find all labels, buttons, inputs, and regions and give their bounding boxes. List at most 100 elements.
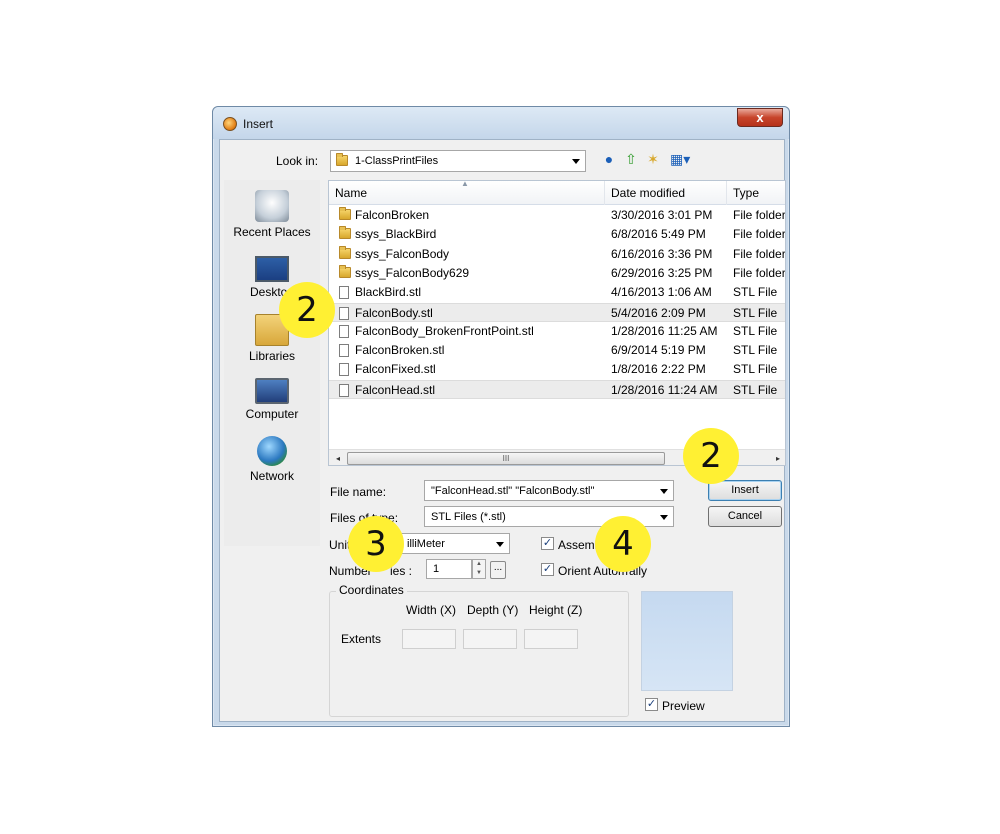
file-name: FalconFixed.stl <box>355 362 436 377</box>
file-type: STL File <box>733 285 778 300</box>
scroll-right-icon[interactable]: ▸ <box>771 452 785 465</box>
chevron-down-icon <box>660 489 668 494</box>
column-header-date[interactable]: Date modified <box>605 181 727 205</box>
file-icon <box>339 344 349 358</box>
scroll-left-icon[interactable]: ◂ <box>331 452 345 465</box>
file-date: 6/8/2016 5:49 PM <box>611 227 706 242</box>
file-type: File folder <box>733 265 786 280</box>
file-date: 1/8/2016 2:22 PM <box>611 362 706 377</box>
file-date: 1/28/2016 11:24 AM <box>611 382 718 397</box>
file-name: FalconBody.stl <box>355 305 433 320</box>
depth-label: Depth (Y) <box>467 603 519 617</box>
list-header: Name ▲ Date modified Type <box>329 180 785 205</box>
back-icon[interactable]: ● <box>600 150 618 168</box>
assembly-checkbox[interactable]: ✓ <box>541 537 554 550</box>
table-row[interactable]: FalconBroken.stl 6/9/2014 5:19 PM STL File <box>329 341 785 360</box>
folder-icon <box>339 245 351 259</box>
table-row[interactable]: ssys_FalconBody629 6/29/2016 3:25 PM File … <box>329 264 786 283</box>
folder-icon <box>339 207 351 220</box>
file-name: ssys_FalconBody629 <box>355 265 470 280</box>
depth-field <box>463 629 517 649</box>
orient-checkbox[interactable]: ✓ <box>541 563 554 576</box>
annotation-badge-2: 2 <box>683 428 739 484</box>
spin-down-icon[interactable]: ▼ <box>473 569 485 578</box>
file-name: FalconBroken <box>355 208 430 222</box>
window-title: Insert <box>243 117 274 131</box>
place-computer[interactable]: Computer <box>224 374 320 421</box>
preview-checkbox[interactable]: ✓ <box>645 698 658 711</box>
sort-ascending-icon: ▲ <box>461 180 469 188</box>
file-date: 3/30/2016 3:01 PM <box>611 208 713 222</box>
file-name: ssys_BlackBird <box>355 227 437 242</box>
table-row[interactable]: FalconFixed.stl 1/8/2016 2:22 PM STL File <box>329 360 785 379</box>
number-input[interactable]: 1 <box>426 559 472 579</box>
folder-icon <box>339 264 351 278</box>
view-menu-icon[interactable]: ▦▾ <box>670 150 690 168</box>
annotation-badge-4: 4 <box>595 516 651 572</box>
places-bar: Recent Places Desktop Libraries Computer… <box>224 180 320 546</box>
filetype-value: STL Files (*.stl) <box>431 511 506 523</box>
preview-pane <box>641 591 733 691</box>
chevron-down-icon <box>572 159 580 164</box>
browse-button[interactable]: ... <box>490 561 506 579</box>
file-icon <box>339 324 349 338</box>
height-label: Height (Z) <box>529 603 583 617</box>
spin-up-icon[interactable]: ▲ <box>473 560 485 569</box>
recent-places-icon <box>255 190 289 222</box>
file-type: File folder <box>733 227 786 242</box>
computer-icon <box>255 378 289 404</box>
height-field <box>524 629 578 649</box>
insert-button[interactable]: Insert <box>708 480 782 501</box>
file-icon <box>339 383 349 397</box>
up-folder-icon[interactable]: ⇧ <box>622 150 640 168</box>
cancel-button[interactable]: Cancel <box>708 506 782 527</box>
new-folder-icon[interactable]: ✶ <box>644 150 662 168</box>
column-header-type[interactable]: Type <box>727 181 785 205</box>
units-combo[interactable]: illiMeter <box>400 533 510 554</box>
title-bar[interactable]: Insert x <box>213 107 789 139</box>
place-label: Network <box>249 469 294 483</box>
file-name: ssys_FalconBody <box>355 246 450 261</box>
extents-label: Extents <box>341 632 382 646</box>
units-value: illiMeter <box>407 538 445 550</box>
file-type: STL File <box>733 343 778 358</box>
file-date: 6/29/2016 3:25 PM <box>611 265 713 280</box>
lookin-label: Look in: <box>276 154 319 168</box>
lookin-dropdown[interactable]: 1-ClassPrintFiles <box>330 150 586 172</box>
width-field <box>402 629 456 649</box>
scrollbar-thumb[interactable]: III <box>347 452 665 465</box>
annotation-badge-2: 2 <box>279 282 335 338</box>
file-name: FalconHead.stl <box>355 382 436 397</box>
table-row[interactable]: BlackBird.stl 4/16/2013 1:06 AM STL File <box>329 283 785 302</box>
table-row[interactable]: FalconHead.stl 1/28/2016 11:24 AM STL File <box>329 379 785 399</box>
coordinates-title: Coordinates <box>336 583 407 597</box>
preview-label: Preview <box>662 699 705 713</box>
file-date: 6/16/2016 3:36 PM <box>611 246 713 261</box>
lookin-value: 1-ClassPrintFiles <box>355 155 439 167</box>
folder-icon <box>339 226 351 240</box>
number-spinner[interactable]: ▲ ▼ <box>472 559 486 579</box>
place-label: Recent Places <box>233 225 311 239</box>
table-row[interactable]: ssys_BlackBird 6/8/2016 5:49 PM File folde… <box>329 225 786 244</box>
coordinates-group: Coordinates Width (X) Depth (Y) Height (… <box>329 583 629 717</box>
file-date: 5/4/2016 2:09 PM <box>611 305 706 320</box>
filename-label: File name: <box>330 485 387 499</box>
filename-combo[interactable]: "FalconHead.stl" "FalconBody.stl" <box>424 480 674 501</box>
file-name: FalconBroken.stl <box>355 343 445 358</box>
file-type: File folder <box>733 246 786 261</box>
table-row[interactable]: ssys_FalconBody 6/16/2016 3:36 PM File fol… <box>329 245 786 264</box>
table-row[interactable]: FalconBroken 3/30/2016 3:01 PM File folder <box>329 206 785 225</box>
close-button[interactable]: x <box>737 108 783 127</box>
file-type: STL File <box>733 382 778 397</box>
network-icon <box>257 436 287 466</box>
filename-value: "FalconHead.stl" "FalconBody.stl" <box>431 485 595 497</box>
place-recent-places[interactable]: Recent Places <box>224 190 320 239</box>
file-list[interactable]: Name ▲ Date modified Type FalconBroken 3/… <box>328 180 786 466</box>
table-row[interactable]: FalconBody_BrokenFrontPoint.stl 1/28/2016… <box>329 322 785 341</box>
file-type: STL File <box>733 305 778 320</box>
place-network[interactable]: Network <box>224 436 320 483</box>
number-value: 1 <box>433 563 440 575</box>
chevron-down-icon <box>496 542 504 547</box>
table-row[interactable]: FalconBody.stl 5/4/2016 2:09 PM STL File <box>329 302 785 322</box>
place-label: Libraries <box>248 349 296 363</box>
